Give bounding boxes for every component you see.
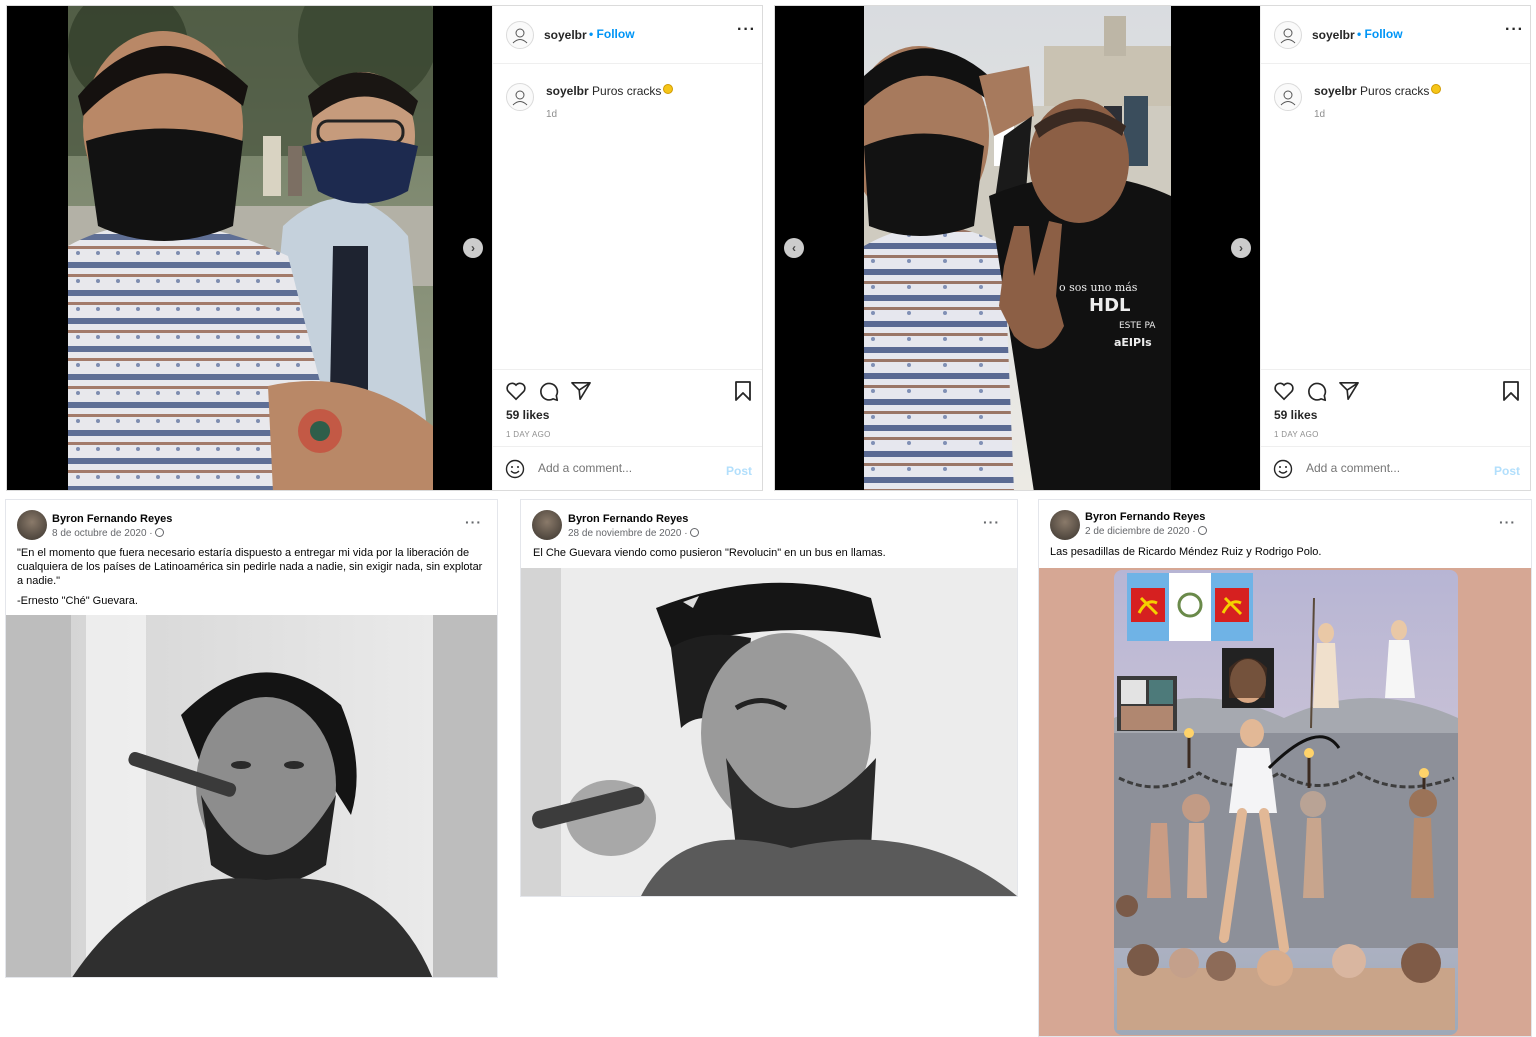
selfie-photo: o sos uno más HDL ESTE PA aEIPIs [864,6,1171,490]
tshirt-text: o sos uno más [1059,281,1138,294]
post-date[interactable]: 8 de octubre de 2020 · [52,528,164,539]
caption-username[interactable]: soyelbr [546,84,589,98]
selfie-photo [68,6,433,490]
post-actions: 59 likes 1 DAY AGO [1261,369,1530,447]
likes-count[interactable]: 59 likes [506,408,549,422]
username[interactable]: soyelbr [544,28,587,42]
facebook-post-3: Byron Fernando Reyes 2 de diciembre de 2… [1038,499,1532,1037]
post-image[interactable] [1039,568,1531,1036]
comment-icon[interactable] [538,381,560,403]
text-line: cualquiera de los países de Latinoaméric… [17,561,483,573]
follow-label: Follow [1364,27,1403,41]
instagram-post-2: o sos uno más HDL ESTE PA aEIPIs ‹ › soy… [774,5,1531,491]
username[interactable]: soyelbr [1312,28,1355,42]
post-photo: o sos uno más HDL ESTE PA aEIPIs ‹ › [775,6,1260,490]
globe-icon [689,528,699,537]
comment-input[interactable] [538,461,708,475]
date-text: 2 de diciembre de 2020 · [1085,526,1196,537]
date-text: 8 de octubre de 2020 · [52,528,153,539]
previous-photo-button[interactable]: ‹ [784,238,804,258]
text-line: "En el momento que fuera necesario estar… [17,547,470,559]
comment-input[interactable] [1306,461,1476,475]
post-header: soyelbr • Follow ··· [493,6,762,64]
post-date[interactable]: 28 de noviembre de 2020 · [568,528,699,539]
instagram-post-1: › soyelbr • Follow ··· soyelbr Puros cra… [6,5,763,491]
post-text: "En el momento que fuera necesario estar… [17,546,492,608]
post-photo: › [7,6,492,490]
caption-time: 1d [546,109,558,120]
facebook-post-2: Byron Fernando Reyes 28 de noviembre de … [520,499,1018,897]
tshirt-text: HDL [1089,295,1130,316]
bookmark-icon[interactable] [734,380,752,402]
post-comment-button[interactable]: Post [726,464,752,478]
post-image[interactable] [6,615,497,977]
share-icon[interactable] [570,381,592,401]
avatar[interactable] [532,510,562,540]
post-text: El Che Guevara viendo como pusieron "Rev… [533,547,886,559]
emoji-picker-icon[interactable] [505,459,525,479]
avatar[interactable] [1050,510,1080,540]
caption-text: Puros cracks [1360,84,1430,98]
date-text: 28 de noviembre de 2020 · [568,528,688,539]
attribution: -Ernesto "Ché" Guevara. [17,595,138,607]
avatar[interactable] [1274,21,1302,49]
text-line: a nadie." [17,575,61,587]
post-sidebar: soyelbr • Follow ··· soyelbr Puros crack… [492,6,762,490]
post-header: soyelbr • Follow ··· [1261,6,1530,64]
more-options-icon[interactable]: ··· [1499,514,1516,530]
tshirt-text: ESTE PA [1119,321,1156,331]
comment-bar: Post [1261,446,1530,490]
caption-time: 1d [1314,109,1326,120]
post-sidebar: soyelbr • Follow ··· soyelbr Puros crack… [1260,6,1530,490]
avatar[interactable] [17,510,47,540]
more-options-icon[interactable]: ··· [1505,21,1524,39]
globe-icon [154,528,164,537]
post-text: Las pesadillas de Ricardo Méndez Ruiz y … [1050,546,1322,558]
tshirt-text: aEIPIs [1114,336,1152,349]
author-name[interactable]: Byron Fernando Reyes [1085,511,1205,523]
follow-label: Follow [596,27,635,41]
emoji-icon [1431,84,1442,94]
post-actions: 59 likes 1 DAY AGO [493,369,762,447]
avatar[interactable] [506,83,534,111]
post-date[interactable]: 2 de diciembre de 2020 · [1085,526,1207,537]
next-photo-button[interactable]: › [463,238,483,258]
avatar[interactable] [1274,83,1302,111]
heart-icon[interactable] [505,381,527,401]
bookmark-icon[interactable] [1502,380,1520,402]
comment-icon[interactable] [1306,381,1328,403]
more-options-icon[interactable]: ··· [737,21,756,39]
author-name[interactable]: Byron Fernando Reyes [52,513,172,525]
follow-button[interactable]: • Follow [589,27,635,41]
comment-bar: Post [493,446,762,490]
heart-icon[interactable] [1273,381,1295,401]
posted-time: 1 DAY AGO [1274,430,1319,439]
post-image[interactable] [521,568,1017,896]
avatar[interactable] [506,21,534,49]
more-options-icon[interactable]: ··· [465,514,482,530]
facebook-post-1: Byron Fernando Reyes 8 de octubre de 202… [5,499,498,978]
post-comment-button[interactable]: Post [1494,464,1520,478]
follow-button[interactable]: • Follow [1357,27,1403,41]
caption: soyelbr Puros cracks [546,84,674,98]
emoji-picker-icon[interactable] [1273,459,1293,479]
author-name[interactable]: Byron Fernando Reyes [568,513,688,525]
share-icon[interactable] [1338,381,1360,401]
likes-count[interactable]: 59 likes [1274,408,1317,422]
caption-text: Puros cracks [592,84,662,98]
globe-icon [1197,526,1207,535]
more-options-icon[interactable]: ··· [983,514,1000,530]
next-photo-button[interactable]: › [1231,238,1251,258]
emoji-icon [663,84,674,94]
caption-username[interactable]: soyelbr [1314,84,1357,98]
caption: soyelbr Puros cracks [1314,84,1442,98]
posted-time: 1 DAY AGO [506,430,551,439]
